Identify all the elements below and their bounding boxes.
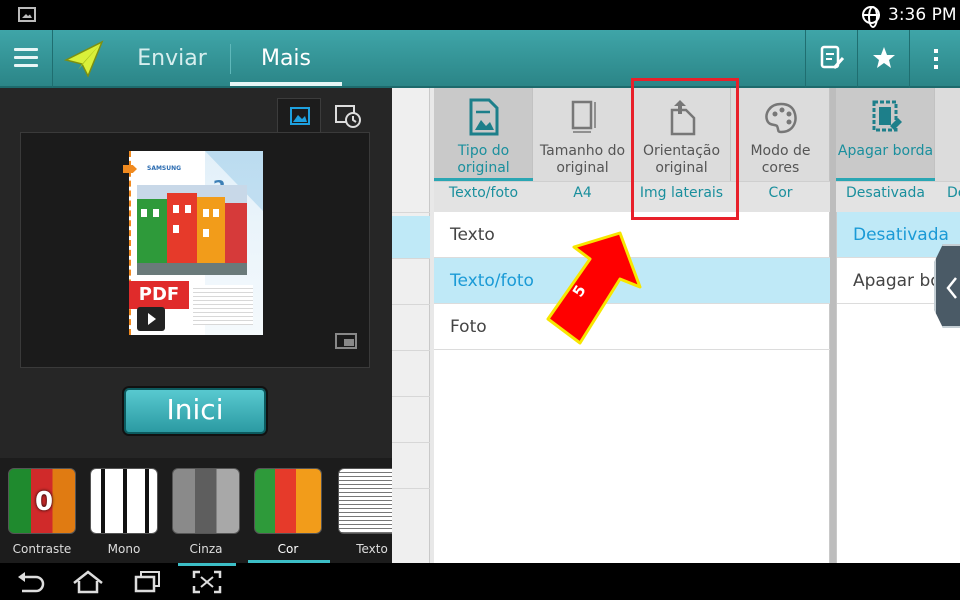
navigation-bar (0, 563, 960, 600)
globe-icon (862, 6, 880, 28)
filter-mono[interactable]: Mono (84, 462, 164, 563)
palette-icon (765, 102, 797, 134)
contrast-badge: 0 (35, 487, 54, 517)
annotation-arrow (546, 231, 642, 345)
brand-logo: SAMSUNG (147, 165, 182, 172)
filter-cinza[interactable]: Cinza (166, 462, 246, 563)
home-icon[interactable] (70, 569, 106, 595)
chevron-left-icon (946, 277, 957, 299)
erase-border-icon (872, 100, 902, 132)
gallery-icon (18, 7, 36, 22)
page-size-icon (571, 100, 596, 133)
filter-texto[interactable]: Texto (332, 462, 392, 563)
side-drawer-handle[interactable] (934, 244, 960, 328)
start-button[interactable]: Inici (124, 388, 266, 434)
tab-enviar[interactable]: Enviar (120, 30, 224, 88)
previous-column-strip[interactable] (392, 88, 430, 563)
action-bar: Enviar Mais (0, 30, 960, 88)
star-icon (873, 47, 895, 68)
preview-image-tab[interactable] (277, 98, 321, 134)
play-button[interactable] (137, 307, 165, 331)
option-apagar-borda[interactable]: Apagar borda Desativada (836, 88, 935, 212)
options-row-2: Apagar borda Desativada De (836, 88, 960, 212)
annotation-highlight-box (631, 78, 739, 220)
option-tamanho-do-original[interactable]: Tamanho do original A4 (533, 88, 632, 212)
favorite-button[interactable] (857, 30, 909, 88)
color-filter-strip: 0 Contraste Mono Cinza Cor Texto (0, 458, 392, 563)
houses-photo (137, 185, 247, 275)
play-icon (148, 313, 156, 325)
document-image-icon (469, 98, 499, 136)
pdf-badge: PDF (129, 281, 189, 309)
edit-button[interactable] (805, 30, 857, 88)
document-preview[interactable]: 2 SAMSUNG PDF (20, 132, 370, 368)
preview-panel: 2 SAMSUNG PDF Inici (0, 88, 392, 563)
tab-indicator (230, 82, 342, 86)
preview-page: 2 SAMSUNG PDF (123, 151, 263, 335)
menu-icon[interactable] (14, 48, 38, 68)
overflow-menu-button[interactable] (909, 30, 960, 88)
option-tipo-do-original[interactable]: Tipo do original Texto/foto (434, 88, 533, 212)
back-icon[interactable] (14, 569, 48, 595)
fit-page-icon[interactable] (335, 333, 357, 349)
image-icon (290, 107, 310, 125)
option-next[interactable]: De (935, 88, 960, 212)
status-bar: 3:36 PM (0, 0, 960, 30)
preview-history-tab[interactable] (326, 98, 370, 134)
filter-contraste[interactable]: 0 Contraste (2, 462, 82, 563)
screen-capture-icon[interactable] (190, 569, 224, 595)
more-vert-icon (934, 49, 938, 69)
paper-plane-icon (64, 40, 104, 78)
recent-apps-icon[interactable] (132, 569, 164, 595)
clock: 3:36 PM (888, 5, 957, 25)
tab-mais[interactable]: Mais (230, 30, 342, 88)
option-modo-de-cores[interactable]: Modo de cores Cor (731, 88, 830, 212)
filter-cor[interactable]: Cor (248, 462, 328, 563)
clock-doc-icon (335, 105, 361, 128)
edit-note-icon (820, 45, 845, 70)
